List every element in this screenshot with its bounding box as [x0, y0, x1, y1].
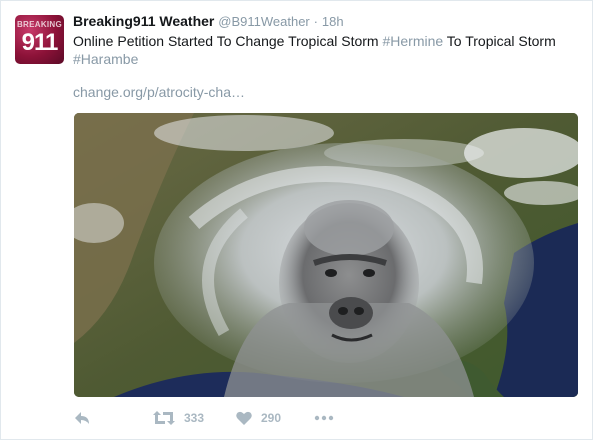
user-handle[interactable]: @B911Weather: [218, 14, 310, 29]
hashtag-harambe[interactable]: #Harambe: [73, 51, 138, 67]
more-button[interactable]: [314, 409, 334, 427]
tweet-text-part2: To Tropical Storm: [443, 33, 556, 49]
separator-dot: ·: [313, 14, 318, 29]
tweet-media-image[interactable]: [74, 113, 578, 397]
retweet-button[interactable]: 333: [153, 409, 204, 427]
tweet-text-part1: Online Petition Started To Change Tropic…: [73, 33, 383, 49]
retweet-count: 333: [184, 411, 205, 425]
tweet-actions: 333 290: [73, 409, 373, 427]
petition-link[interactable]: change.org/p/atrocity-cha…: [73, 84, 245, 100]
satellite-gorilla-image: [74, 113, 578, 397]
timestamp[interactable]: 18h: [322, 14, 344, 29]
avatar-number: 911: [21, 29, 59, 56]
heart-icon: [236, 411, 252, 425]
tweet-header: Breaking911 Weather @B911Weather · 18h: [73, 13, 344, 29]
tweet-text: Online Petition Started To Change Tropic…: [73, 32, 573, 68]
like-count: 290: [261, 411, 282, 425]
hashtag-hermine[interactable]: #Hermine: [382, 33, 443, 49]
tweet-card[interactable]: BREAKING 911 Breaking911 Weather @B911We…: [0, 0, 593, 440]
avatar-top-text: BREAKING: [16, 20, 63, 29]
avatar[interactable]: BREAKING 911: [15, 15, 64, 64]
more-dots-icon: [314, 415, 334, 421]
display-name[interactable]: Breaking911 Weather: [73, 13, 214, 29]
retweet-icon: [153, 411, 175, 425]
like-button[interactable]: 290: [236, 409, 281, 427]
reply-icon: [75, 412, 89, 424]
reply-button[interactable]: [73, 409, 91, 427]
